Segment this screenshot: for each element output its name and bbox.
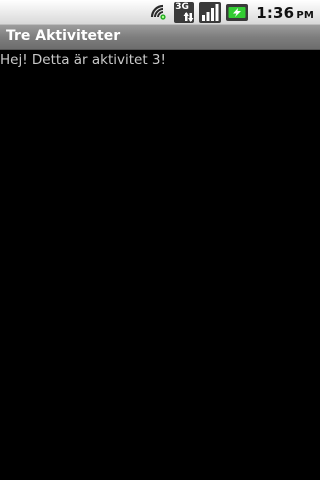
clock-time: 1:36 <box>256 3 295 22</box>
title-bar: Tre Aktiviteter <box>0 25 320 50</box>
status-bar: 3G 1:36 PM <box>0 0 320 25</box>
app-title: Tre Aktiviteter <box>6 28 121 44</box>
activity-content: Hej! Detta är aktivitet 3! <box>0 50 320 480</box>
battery-charging-icon <box>226 4 249 21</box>
gps-icon <box>151 4 166 20</box>
status-icons: 3G 1:36 PM <box>144 0 314 25</box>
phone-screen: 3G 1:36 PM Tre Aktiviteter Hej! Detta är … <box>0 0 320 480</box>
3g-icon: 3G <box>174 2 195 23</box>
clock-am-pm: PM <box>296 9 314 21</box>
network-type-label: 3G <box>175 2 189 12</box>
activity-message: Hej! Detta är aktivitet 3! <box>0 52 166 68</box>
signal-icon <box>199 2 222 23</box>
status-clock: 1:36 PM <box>256 4 314 22</box>
